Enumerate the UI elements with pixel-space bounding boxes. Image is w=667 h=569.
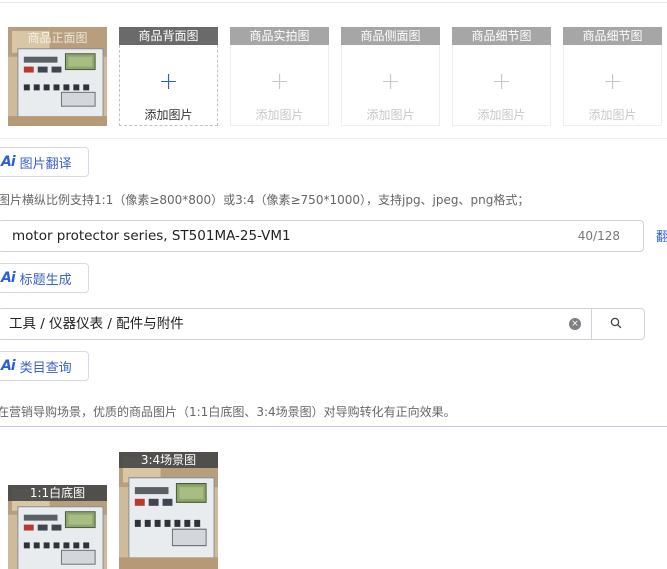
add-image-label: 添加图片: [255, 108, 304, 122]
plus-icon: +: [491, 67, 512, 95]
plus-icon: +: [158, 67, 179, 95]
slot-dropzone[interactable]: + 添加图片: [230, 45, 329, 126]
slot-dropzone[interactable]: + 添加图片: [452, 45, 551, 126]
plus-icon: +: [380, 67, 401, 95]
translate-link[interactable]: 翻: [656, 226, 667, 245]
add-image-label: 添加图片: [366, 108, 415, 122]
ai-icon: Ai: [1, 358, 16, 374]
main-image-label: 商品正面图: [27, 31, 88, 45]
scene-image[interactable]: 3:4场景图: [119, 452, 218, 569]
add-image-label: 添加图片: [144, 108, 193, 122]
image-type-label: 3:4场景图: [119, 452, 218, 468]
plus-icon: +: [269, 67, 290, 95]
add-image-label: 添加图片: [477, 108, 526, 122]
slot-label: 商品背面图: [119, 27, 218, 45]
marketing-hint: 在营销导购场景，优质的商品图片（1:1白底图、3:4场景图）对导购转化有正向效果…: [0, 405, 456, 419]
ai-image-translate-button[interactable]: Ai 图片翻译: [0, 147, 89, 177]
upload-slot-detail-1[interactable]: 商品细节图 + 添加图片: [452, 27, 551, 126]
ai-button-label: 图片翻译: [19, 156, 72, 172]
upload-slot-back[interactable]: 商品背面图 + 添加图片: [119, 27, 218, 126]
slot-label: 商品细节图: [563, 27, 662, 45]
search-icon: [610, 317, 622, 329]
ai-title-generate-button[interactable]: Ai 标题生成: [0, 263, 89, 293]
ai-icon: Ai: [1, 270, 16, 286]
slot-label: 商品细节图: [452, 27, 551, 45]
white-background-image[interactable]: 1:1白底图: [8, 485, 107, 569]
upload-slot-real-shot[interactable]: 商品实拍图 + 添加图片: [230, 27, 329, 126]
ai-button-label: 标题生成: [19, 272, 72, 288]
slot-label: 商品实拍图: [230, 27, 329, 45]
image-ratio-hint: 图片横纵比例支持1:1（像素≥800*800）或3:4（像素≥750*1000）…: [0, 193, 530, 207]
add-image-label: 添加图片: [588, 108, 637, 122]
slot-dropzone[interactable]: + 添加图片: [119, 45, 218, 126]
title-input[interactable]: motor protector series, ST501MA-25-VM1 4…: [0, 220, 644, 252]
ai-button-label: 类目查询: [19, 360, 72, 376]
upload-slot-side[interactable]: 商品侧面图 + 添加图片: [341, 27, 440, 126]
category-select[interactable]: 工具 / 仪器仪表 / 配件与附件 ×: [0, 308, 645, 340]
main-product-image[interactable]: 商品正面图: [8, 27, 107, 126]
category-value: 工具 / 仪器仪表 / 配件与附件: [9, 316, 184, 332]
category-search-button[interactable]: [591, 308, 645, 340]
slot-label: 商品侧面图: [341, 27, 440, 45]
ai-icon: Ai: [1, 154, 16, 170]
plus-icon: +: [602, 67, 623, 95]
title-value: motor protector series, ST501MA-25-VM1: [12, 228, 291, 244]
top-divider: [0, 2, 667, 3]
ai-category-query-button[interactable]: Ai 类目查询: [0, 351, 89, 381]
product-photo: [119, 452, 218, 569]
slot-dropzone[interactable]: + 添加图片: [341, 45, 440, 126]
section-divider-accent: [0, 426, 667, 427]
clear-icon[interactable]: ×: [569, 318, 581, 330]
upload-slot-detail-2[interactable]: 商品细节图 + 添加图片: [563, 27, 662, 126]
slot-dropzone[interactable]: + 添加图片: [563, 45, 662, 126]
title-char-count: 40/128: [577, 229, 620, 243]
image-type-label: 1:1白底图: [8, 485, 107, 501]
section-divider: [0, 138, 667, 139]
